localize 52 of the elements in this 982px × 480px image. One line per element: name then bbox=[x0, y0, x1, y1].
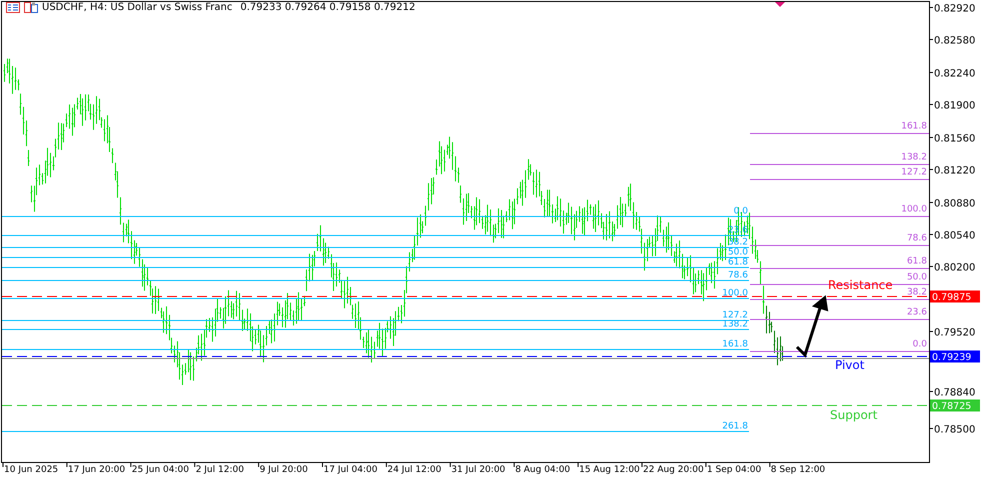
fibo-level-label: 23.6 bbox=[906, 308, 927, 318]
marker-icon bbox=[775, 2, 785, 7]
price-axis-label: 0.82580 bbox=[934, 36, 976, 46]
fibo-level-label: 61.8 bbox=[728, 258, 748, 268]
fibo-level-label: 161.8 bbox=[722, 340, 748, 350]
arrow-drawing bbox=[796, 295, 828, 358]
time-axis-label: 17 Jun 20:00 bbox=[68, 465, 126, 475]
fibo-level-label: 50.0 bbox=[906, 272, 927, 282]
price-axis-label: 0.81220 bbox=[934, 166, 976, 176]
time-axis-label: 17 Jul 04:00 bbox=[324, 465, 378, 475]
price-axis-label: 0.79520 bbox=[934, 328, 976, 338]
fibo-level-label: 61.8 bbox=[906, 256, 927, 266]
fibo-level-label: 78.6 bbox=[906, 234, 927, 244]
price-axis-label: 0.80200 bbox=[934, 262, 976, 274]
time-axis-label: 22 Aug 20:00 bbox=[643, 465, 704, 475]
fibo-level-label: 161.8 bbox=[901, 122, 927, 132]
time-axis-label: 15 Aug 12:00 bbox=[579, 465, 640, 475]
time-axis-label: 1 Sep 04:00 bbox=[706, 465, 762, 475]
time-axis-label: 2 Jul 12:00 bbox=[196, 465, 244, 475]
price-axis-label: 0.78500 bbox=[934, 424, 976, 436]
fibo-level-label: 50.0 bbox=[728, 248, 748, 258]
fibo-level-label: 100.0 bbox=[722, 288, 748, 298]
time-axis-label: 31 Jul 20:00 bbox=[451, 465, 506, 475]
fibo-level-label: 100.0 bbox=[901, 204, 927, 214]
price-axis-label: 0.81560 bbox=[934, 134, 976, 144]
fibo-level-label: 127.2 bbox=[722, 310, 748, 320]
price-axis-label: 0.81900 bbox=[934, 100, 976, 112]
price-axis-label: 0.82240 bbox=[934, 68, 976, 80]
price-axis-label: 0.80540 bbox=[934, 230, 976, 242]
level-label: Pivot bbox=[835, 358, 864, 372]
price-axis-label: 0.78840 bbox=[934, 388, 976, 398]
fibo-level-label: 138.2 bbox=[722, 320, 748, 330]
fibo-level-label: 0.0 bbox=[912, 340, 927, 350]
chart-title: USDCHF, H4: US Dollar vs Swiss Franc bbox=[42, 2, 232, 13]
level-label: Support bbox=[830, 408, 878, 422]
time-axis-label: 25 Jun 04:00 bbox=[132, 465, 189, 475]
price-tag-label: 0.79875 bbox=[932, 292, 972, 303]
time-axis-label: 8 Sep 12:00 bbox=[770, 465, 826, 475]
time-axis-label: 9 Jul 20:00 bbox=[260, 465, 308, 475]
ohlc-values: 0.79233 0.79264 0.79158 0.79212 bbox=[240, 2, 416, 13]
fibo-level-label: 261.8 bbox=[722, 422, 748, 432]
fibo-level-label: 38.2 bbox=[906, 288, 927, 298]
fibo-level-label: 138.2 bbox=[901, 152, 927, 162]
price-axis-label: 0.80880 bbox=[934, 198, 976, 210]
time-axis-label: 10 Jun 2025 bbox=[4, 465, 58, 475]
fibo-level-label: 127.2 bbox=[901, 168, 927, 178]
price-tag-label: 0.79239 bbox=[932, 352, 972, 363]
time-axis-label: 24 Jul 12:00 bbox=[387, 465, 442, 475]
fibo-level-label: 78.6 bbox=[728, 270, 748, 280]
price-tag-label: 0.78725 bbox=[932, 401, 972, 412]
time-axis-label: 8 Aug 04:00 bbox=[515, 465, 570, 475]
price-axis-label: 0.82920 bbox=[934, 4, 976, 14]
